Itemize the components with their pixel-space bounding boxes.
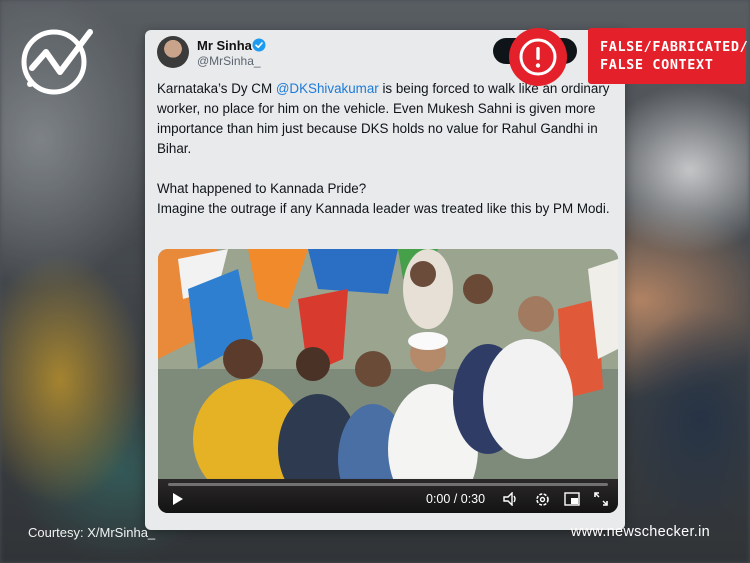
tweet-text-part: is being forced to walk like an ordinary… — [157, 81, 610, 216]
video-controls: 0:00 / 0:30 — [158, 477, 618, 513]
fullscreen-icon[interactable] — [594, 492, 608, 506]
play-icon[interactable] — [172, 492, 184, 506]
video-time: 0:00 / 0:30 — [426, 492, 486, 506]
exclamation-icon — [509, 28, 567, 86]
video-player[interactable]: 0:00 / 0:30 — [158, 249, 618, 513]
volume-icon[interactable] — [503, 492, 519, 506]
newschecker-logo-icon — [21, 29, 93, 95]
video-frame — [158, 249, 618, 513]
tweet-card: Mr Sinha @MrSinha_ Karnataka’s Dy CM @DK… — [145, 30, 625, 530]
tweet-text: Karnataka’s Dy CM @DKShivakumar is being… — [157, 79, 615, 219]
courtesy-credit: Courtesy: X/MrSinha_ — [28, 525, 156, 540]
verified-badge-icon — [252, 38, 266, 52]
settings-icon[interactable] — [535, 492, 550, 507]
verdict-label: FALSE/FABRICATED/ FALSE CONTEXT — [588, 28, 748, 84]
pip-icon[interactable] — [564, 492, 580, 506]
user-display-name[interactable]: Mr Sinha — [197, 38, 252, 53]
user-handle[interactable]: @MrSinha_ — [197, 54, 261, 68]
avatar[interactable] — [157, 36, 189, 68]
video-progress-bar[interactable] — [168, 483, 608, 486]
site-url: www.newschecker.in — [570, 524, 710, 540]
tweet-text-part: Karnataka’s Dy CM — [157, 81, 276, 96]
mention-link[interactable]: @DKShivakumar — [276, 81, 379, 96]
